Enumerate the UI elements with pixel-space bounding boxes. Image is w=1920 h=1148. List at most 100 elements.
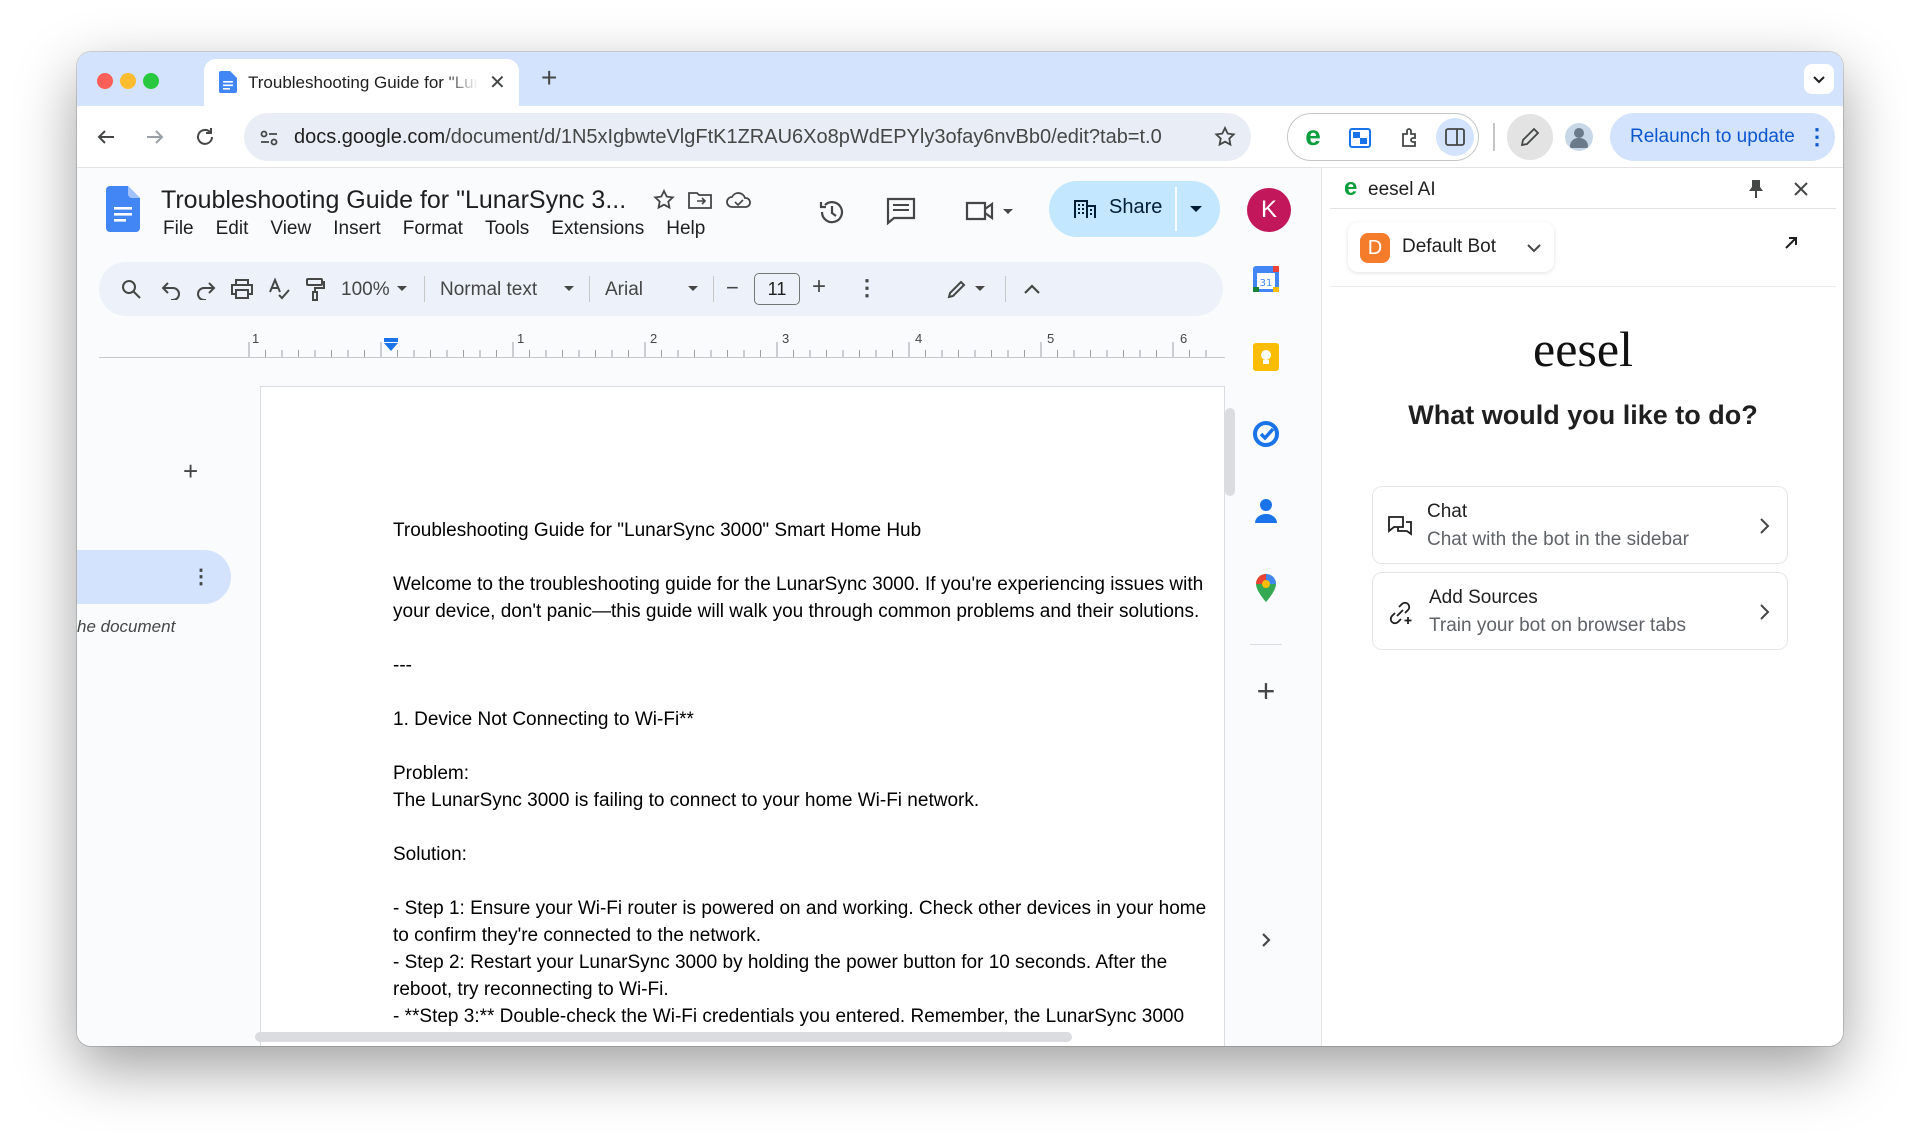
- chat-card[interactable]: Chat Chat with the bot in the sidebar: [1372, 486, 1788, 564]
- calendar-app-button[interactable]: 31: [1250, 263, 1282, 295]
- close-tab-icon[interactable]: ✕: [489, 70, 506, 95]
- kebab-menu-icon[interactable]: ⋮: [1806, 124, 1828, 150]
- document-title[interactable]: Troubleshooting Guide for "LunarSync 3..…: [161, 186, 626, 215]
- comments-icon[interactable]: [885, 196, 917, 226]
- bot-selector-divider: [1330, 286, 1836, 287]
- bookmark-star-icon[interactable]: [1213, 125, 1237, 149]
- style-dropdown-icon[interactable]: [563, 285, 575, 293]
- chat-card-subtitle: Chat with the bot in the sidebar: [1427, 529, 1689, 550]
- profile-avatar[interactable]: [1565, 123, 1593, 151]
- document-paragraph: - Step 2: Restart your LunarSync 3000 by…: [393, 952, 1173, 1000]
- version-history-icon[interactable]: [816, 196, 848, 228]
- close-panel-icon[interactable]: [1792, 180, 1810, 198]
- toolbar-separator: [713, 276, 714, 302]
- new-tab-button[interactable]: +: [541, 62, 557, 94]
- add-tab-button[interactable]: +: [183, 456, 198, 487]
- bot-name: Default Bot: [1402, 236, 1496, 257]
- menu-view[interactable]: View: [270, 218, 311, 240]
- document-tab-item[interactable]: ⋮: [77, 550, 231, 604]
- move-folder-icon[interactable]: [687, 188, 713, 212]
- document-body[interactable]: Troubleshooting Guide for "LunarSync 300…: [393, 517, 1223, 1030]
- font-select[interactable]: Arial: [605, 279, 643, 301]
- add-sources-card[interactable]: Add Sources Train your bot on browser ta…: [1372, 572, 1788, 650]
- panel-heading: What would you like to do?: [1408, 400, 1758, 430]
- undo-icon[interactable]: [160, 278, 182, 300]
- ruler-number: 2: [650, 331, 658, 346]
- meet-video-icon[interactable]: [965, 198, 1015, 224]
- chevron-right-icon: [1760, 518, 1770, 534]
- menu-help[interactable]: Help: [666, 218, 705, 240]
- menu-format[interactable]: Format: [403, 218, 463, 240]
- toolbar-separator: [1005, 276, 1006, 302]
- spellcheck-icon[interactable]: [267, 277, 291, 301]
- browser-window: Troubleshooting Guide for "LunarSync 300…: [77, 52, 1843, 1046]
- cloud-saved-icon[interactable]: [725, 188, 753, 212]
- edit-pen-button[interactable]: [1507, 114, 1553, 160]
- reload-icon[interactable]: [193, 125, 217, 149]
- keep-app-button[interactable]: [1250, 341, 1282, 373]
- tab-search-button[interactable]: [1804, 64, 1834, 94]
- close-window-button[interactable]: [97, 73, 113, 89]
- bot-selector[interactable]: D Default Bot: [1348, 222, 1554, 272]
- chat-bubbles-icon: [1388, 516, 1412, 536]
- open-external-arrow-icon[interactable]: [1782, 234, 1800, 252]
- share-button[interactable]: Share: [1049, 181, 1220, 237]
- address-bar[interactable]: docs.google.com/document/d/1N5xIgbwteVlg…: [244, 113, 1251, 161]
- tab-options-icon[interactable]: ⋮: [191, 564, 211, 589]
- horizontal-scrollbar-thumb[interactable]: [255, 1032, 1072, 1042]
- zoom-select[interactable]: 100%: [341, 279, 390, 301]
- forward-arrow-icon[interactable]: [143, 125, 167, 149]
- active-tab[interactable]: Troubleshooting Guide for "LunarSync 300…: [204, 59, 519, 106]
- ruler-number: 1: [517, 331, 525, 346]
- font-dropdown-icon[interactable]: [687, 285, 699, 293]
- editing-mode-pen-icon[interactable]: [946, 278, 968, 300]
- decrease-font-size-button[interactable]: −: [726, 275, 739, 301]
- add-sources-card-subtitle: Train your bot on browser tabs: [1429, 615, 1686, 636]
- menu-extensions[interactable]: Extensions: [551, 218, 644, 240]
- contacts-app-button[interactable]: [1250, 495, 1282, 527]
- docs-logo-icon[interactable]: [106, 186, 140, 232]
- relaunch-button[interactable]: Relaunch to update: [1610, 113, 1835, 161]
- minimize-window-button[interactable]: [120, 73, 136, 89]
- menu-tools[interactable]: Tools: [485, 218, 529, 240]
- screen-capture-extension-icon[interactable]: [1348, 126, 1372, 150]
- document-page[interactable]: Troubleshooting Guide for "LunarSync 300…: [260, 386, 1225, 1046]
- back-arrow-icon[interactable]: [94, 125, 118, 149]
- paragraph-style-select[interactable]: Normal text: [440, 279, 537, 301]
- puzzle-extensions-icon[interactable]: [1398, 126, 1422, 150]
- bot-badge: D: [1360, 233, 1390, 263]
- font-size-input[interactable]: 11: [754, 273, 800, 305]
- pin-icon[interactable]: [1747, 178, 1765, 200]
- paint-format-icon[interactable]: [304, 277, 326, 301]
- indent-marker-icon[interactable]: [383, 338, 399, 352]
- toolbar-separator: [424, 276, 425, 302]
- zoom-window-button[interactable]: [143, 73, 159, 89]
- expand-side-panel-chevron-icon[interactable]: [1257, 930, 1275, 950]
- hide-menus-chevron-up-icon[interactable]: [1022, 280, 1042, 298]
- search-menus-icon[interactable]: [120, 278, 142, 300]
- redo-icon[interactable]: [195, 278, 217, 300]
- menu-bar: File Edit View Insert Format Tools Exten…: [163, 218, 705, 240]
- zoom-dropdown-icon[interactable]: [396, 285, 408, 293]
- more-tools-icon[interactable]: ⋮: [856, 275, 878, 301]
- menu-file[interactable]: File: [163, 218, 194, 240]
- share-dropdown-icon[interactable]: [1189, 203, 1203, 215]
- editing-mode-dropdown-icon[interactable]: [974, 285, 986, 293]
- panel-header-title: eesel AI: [1368, 179, 1436, 200]
- star-icon[interactable]: [652, 188, 676, 212]
- menu-insert[interactable]: Insert: [333, 218, 381, 240]
- maps-app-button[interactable]: [1250, 572, 1282, 604]
- share-divider: [1175, 187, 1177, 231]
- side-panel-button[interactable]: [1436, 118, 1474, 156]
- site-info-icon[interactable]: [258, 127, 280, 149]
- eesel-extension-icon[interactable]: e: [1298, 121, 1328, 153]
- print-icon[interactable]: [230, 278, 254, 300]
- menu-edit[interactable]: Edit: [216, 218, 249, 240]
- increase-font-size-button[interactable]: +: [812, 273, 826, 301]
- get-add-ons-plus-icon[interactable]: +: [1250, 673, 1282, 709]
- tasks-app-button[interactable]: [1250, 418, 1282, 450]
